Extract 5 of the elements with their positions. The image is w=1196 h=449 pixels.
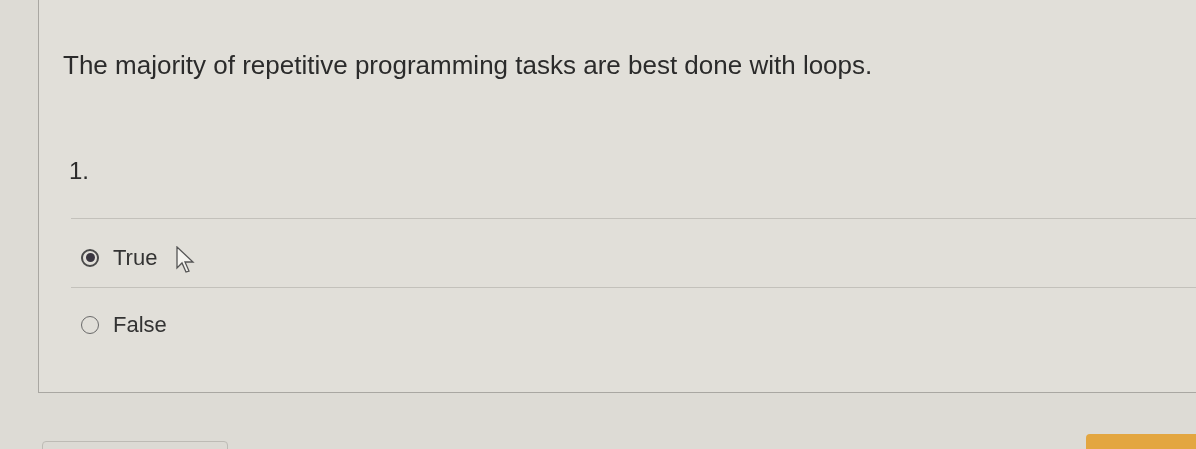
option-label: True [113, 244, 158, 272]
radio-button[interactable] [81, 248, 99, 267]
question-text: The majority of repetitive programming tasks are best done with loops. [63, 49, 873, 82]
question-number: 1. [69, 156, 89, 186]
option-label: False [113, 311, 167, 339]
